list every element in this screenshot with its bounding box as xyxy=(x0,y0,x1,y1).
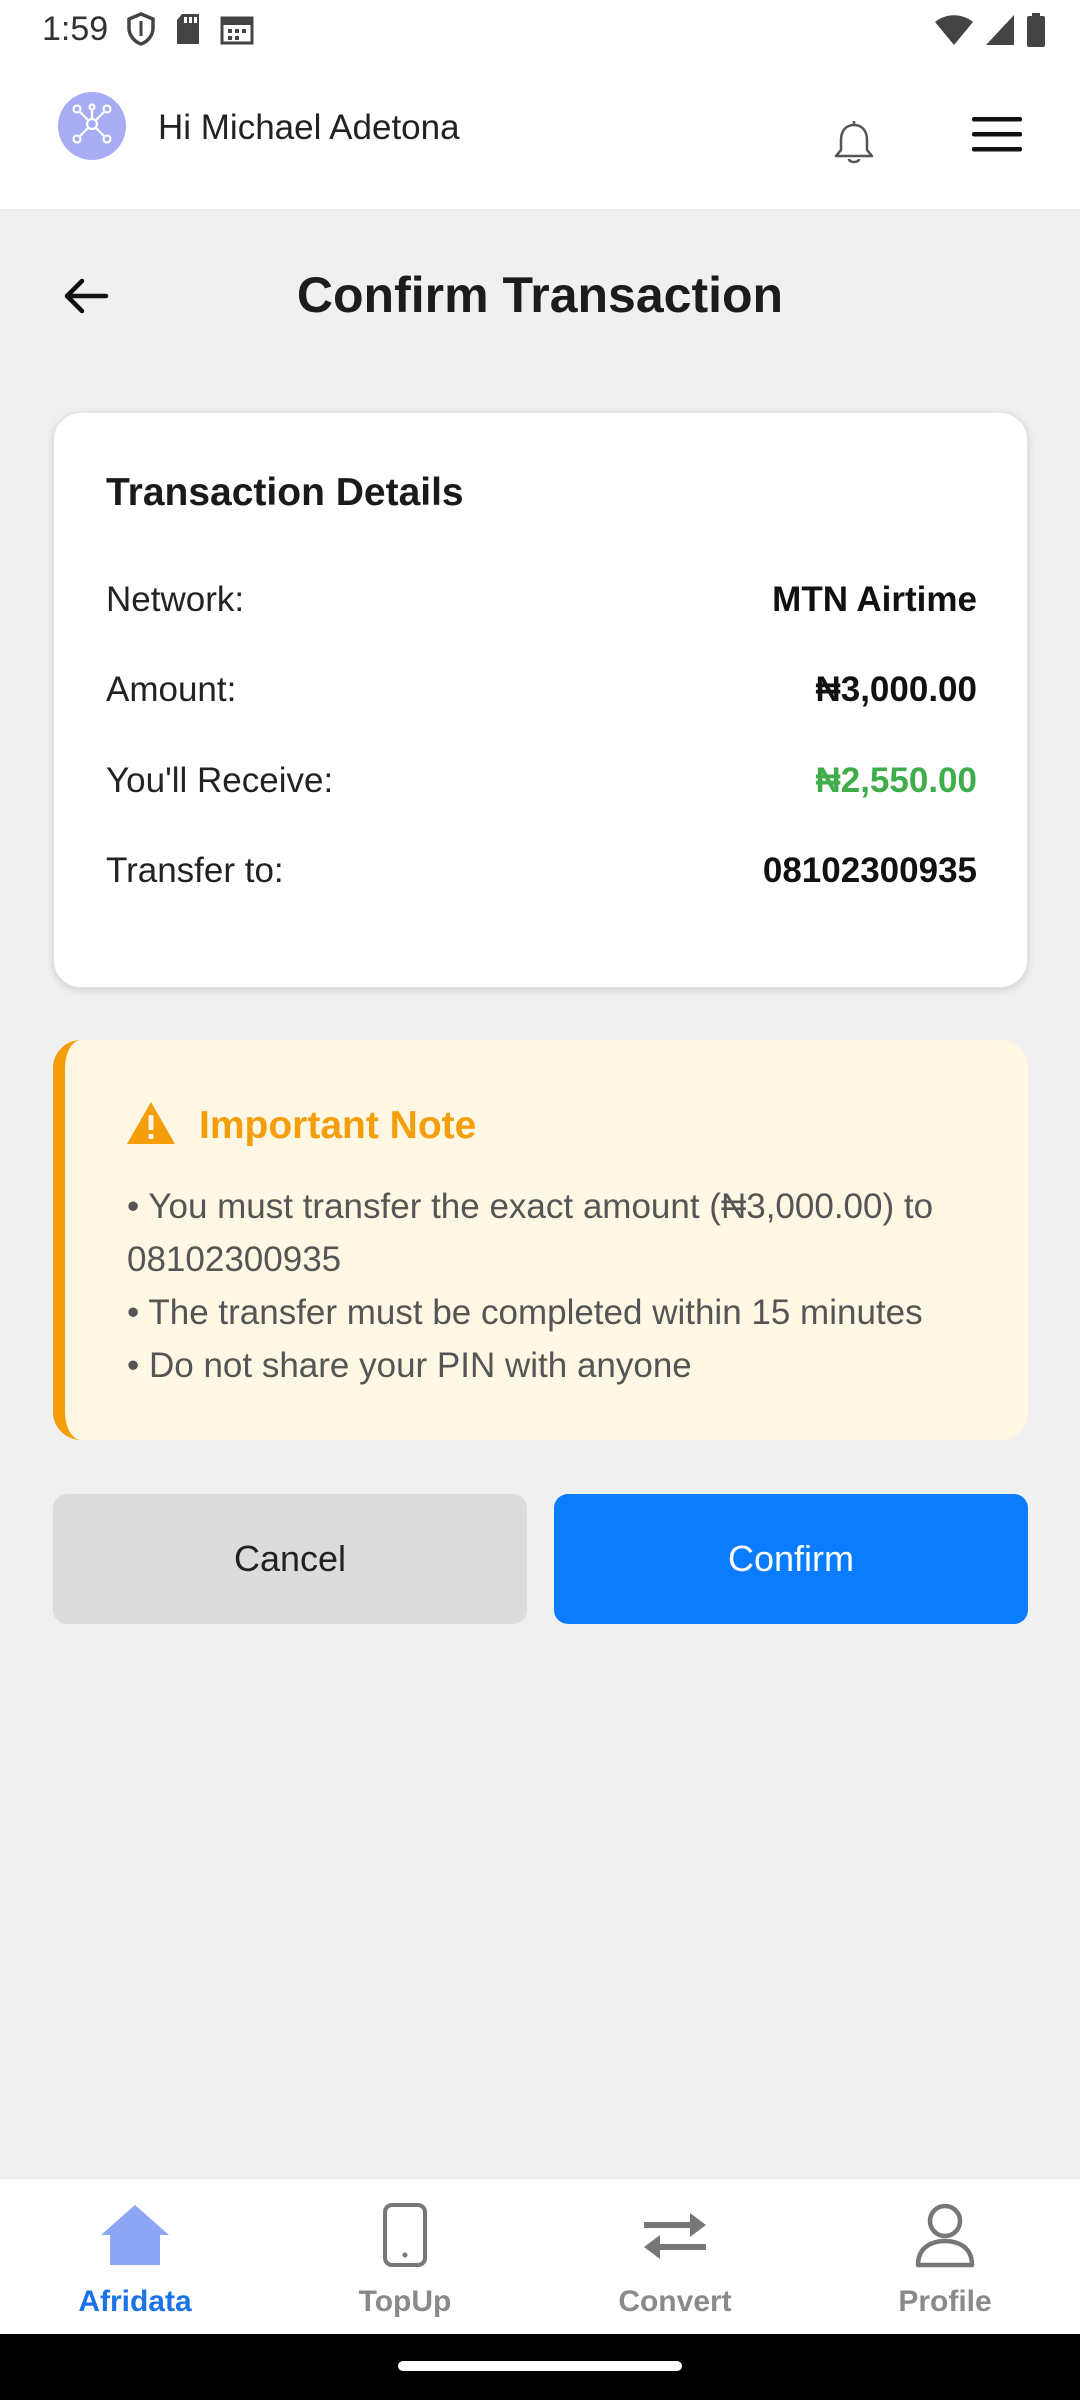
important-note-card: Important Note • You must transfer the e… xyxy=(53,1040,1028,1440)
confirm-button[interactable]: Confirm xyxy=(554,1494,1028,1624)
note-line: • Do not share your PIN with anyone xyxy=(127,1346,692,1385)
detail-row-transfer-to: Transfer to: 08102300935 xyxy=(106,846,977,896)
detail-label: Amount: xyxy=(106,670,237,709)
nav-item-convert[interactable]: Convert xyxy=(540,2179,810,2334)
back-button[interactable] xyxy=(58,270,114,326)
user-icon xyxy=(905,2199,985,2271)
note-line: • The transfer must be completed within … xyxy=(127,1293,923,1332)
app-header: Hi Michael Adetona xyxy=(0,62,1080,210)
battery-icon xyxy=(1026,12,1046,53)
detail-row-amount: Amount: ₦3,000.00 xyxy=(106,665,977,715)
bell-icon xyxy=(828,121,880,173)
nav-item-profile[interactable]: Profile xyxy=(810,2179,1080,2334)
network-logo-icon xyxy=(67,99,117,154)
card-title: Transaction Details xyxy=(106,471,464,514)
transaction-details-card: Transaction Details Network: MTN Airtime… xyxy=(53,412,1028,988)
gesture-area xyxy=(0,2334,1080,2400)
arrow-left-icon xyxy=(62,276,110,321)
avatar[interactable] xyxy=(58,92,126,160)
nav-item-afridata[interactable]: Afridata xyxy=(0,2179,270,2334)
nav-item-topup[interactable]: TopUp xyxy=(270,2179,540,2334)
cancel-button[interactable]: Cancel xyxy=(53,1494,527,1624)
note-title: Important Note xyxy=(199,1103,477,1147)
detail-value: 08102300935 xyxy=(762,851,977,890)
detail-value: ₦2,550.00 xyxy=(815,761,977,800)
home-gesture-handle[interactable] xyxy=(398,2361,682,2371)
nav-label: TopUp xyxy=(358,2285,452,2318)
sd-card-icon xyxy=(174,12,202,51)
menu-button[interactable] xyxy=(970,114,1024,156)
warning-icon xyxy=(125,1100,177,1151)
nav-label: Convert xyxy=(618,2285,732,2318)
home-icon xyxy=(95,2199,175,2271)
nav-label: Profile xyxy=(898,2285,992,2318)
nav-label: Afridata xyxy=(78,2285,192,2318)
hamburger-menu-icon xyxy=(970,117,1024,160)
signal-icon xyxy=(984,13,1016,52)
status-time: 1:59 xyxy=(42,10,109,48)
shield-icon xyxy=(126,12,156,51)
wifi-icon xyxy=(934,13,974,52)
note-list: • You must transfer the exact amount (₦3… xyxy=(127,1180,1017,1392)
detail-value: MTN Airtime xyxy=(772,580,977,619)
detail-row-receive: You'll Receive: ₦2,550.00 xyxy=(106,756,977,806)
detail-row-network: Network: MTN Airtime xyxy=(106,575,977,625)
detail-label: Network: xyxy=(106,580,245,619)
bottom-nav: Afridata TopUp Convert Profile xyxy=(0,2178,1080,2334)
swap-arrows-icon xyxy=(635,2199,715,2271)
phone-icon xyxy=(365,2199,445,2271)
detail-label: Transfer to: xyxy=(106,851,284,890)
status-left-icons xyxy=(126,12,254,51)
notification-button[interactable] xyxy=(828,117,880,169)
greeting-text: Hi Michael Adetona xyxy=(158,108,460,147)
note-header: Important Note xyxy=(125,1100,476,1151)
detail-value: ₦3,000.00 xyxy=(815,670,977,709)
page-title: Confirm Transaction xyxy=(296,267,784,323)
status-bar: 1:59 xyxy=(0,0,1080,62)
calendar-icon xyxy=(220,13,254,50)
status-right-icons xyxy=(934,12,1046,53)
note-line: • You must transfer the exact amount (₦3… xyxy=(127,1187,934,1279)
detail-label: You'll Receive: xyxy=(106,761,334,800)
